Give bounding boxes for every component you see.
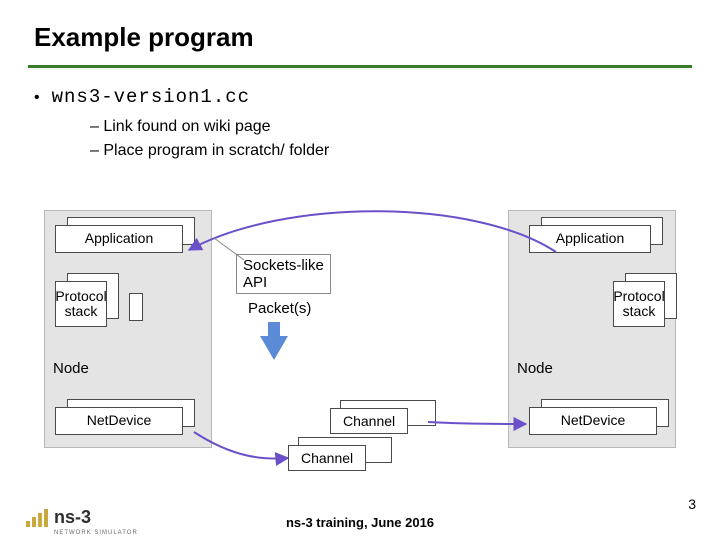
- down-arrow-icon: [260, 336, 288, 360]
- packets-label: Packet(s): [242, 298, 317, 319]
- application-box: Application: [529, 225, 651, 253]
- logo-subtitle: NETWORK SIMULATOR: [54, 530, 138, 536]
- architecture-diagram: Application Protocol stack Node NetDevic…: [44, 210, 676, 470]
- page-number: 3: [688, 496, 696, 512]
- program-filename: wns3-version1.cc: [52, 86, 250, 108]
- footer-text: ns-3 training, June 2016: [0, 515, 720, 530]
- netdevice-box: NetDevice: [55, 407, 183, 435]
- node-left: Application Protocol stack Node NetDevic…: [44, 210, 212, 448]
- node-label: Node: [53, 360, 89, 377]
- node-right: Application Protocol stack Node NetDevic…: [508, 210, 676, 448]
- slide-title: Example program: [34, 22, 720, 53]
- netdevice-box: NetDevice: [529, 407, 657, 435]
- slide-header: Example program: [0, 0, 720, 59]
- protocol-stack-box: Protocol stack: [55, 281, 107, 327]
- content-area: • wns3-version1.cc Link found on wiki pa…: [0, 68, 720, 160]
- node-label: Node: [517, 360, 553, 377]
- application-box: Application: [55, 225, 183, 253]
- channel-box: Channel: [330, 408, 408, 434]
- protocol-stack-box: Protocol stack: [613, 281, 665, 327]
- sub-bullet: Link found on wiki page: [90, 118, 686, 136]
- bullet-dot: •: [34, 89, 40, 107]
- sockets-api-label: Sockets-like API: [236, 254, 331, 294]
- channel-box: Channel: [288, 445, 366, 471]
- sub-bullet-list: Link found on wiki page Place program in…: [34, 118, 686, 160]
- main-bullet: • wns3-version1.cc: [34, 86, 686, 108]
- sub-bullet: Place program in scratch/ folder: [90, 142, 686, 160]
- packet-box-shadow: [129, 293, 143, 321]
